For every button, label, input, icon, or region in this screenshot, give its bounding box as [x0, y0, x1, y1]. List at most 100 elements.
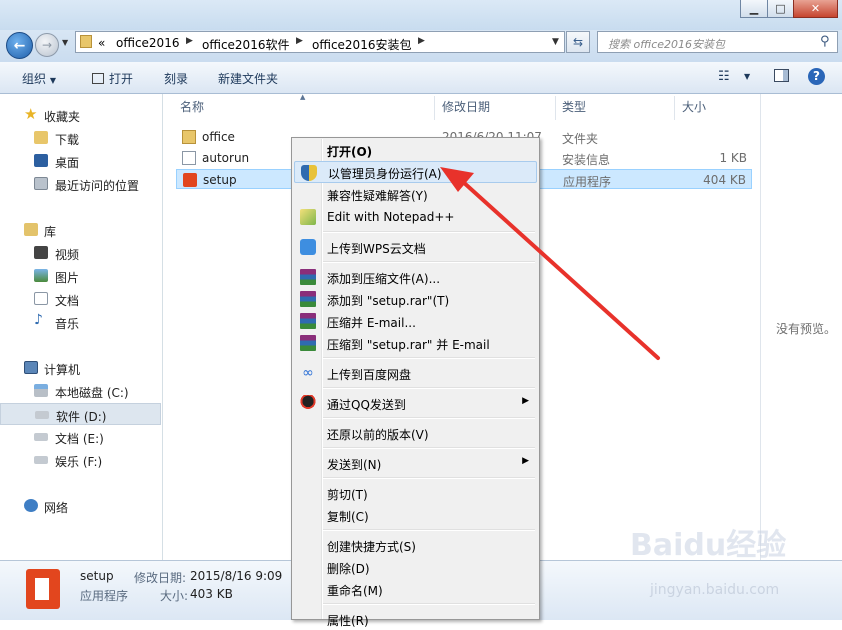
- menu-item-send-to[interactable]: 发送到(N) ▶: [294, 452, 537, 474]
- refresh-button[interactable]: ⇆: [566, 31, 590, 53]
- picture-icon: [34, 269, 48, 282]
- chevron-right-icon[interactable]: ▶: [296, 36, 303, 46]
- music-icon: ♪: [34, 312, 43, 328]
- menu-separator: [323, 603, 535, 605]
- menu-item-add-archive[interactable]: 添加到压缩文件(A)...: [294, 266, 537, 288]
- address-bar[interactable]: « office2016 ▶ office2016软件 ▶ office2016…: [75, 31, 565, 53]
- menu-item-label: 剪切(T): [327, 488, 368, 502]
- menu-item-create-shortcut[interactable]: 创建快捷方式(S): [294, 534, 537, 556]
- sidebar-item-drive-c[interactable]: 本地磁盘 (C:): [0, 380, 161, 402]
- file-type: 应用程序: [563, 175, 612, 189]
- sidebar-item-label: 桌面: [55, 156, 80, 170]
- forward-button[interactable]: →: [35, 33, 59, 57]
- breadcrumb-office2016-software[interactable]: office2016软件: [202, 36, 289, 53]
- recent-pages-dropdown-icon[interactable]: ▼: [62, 38, 68, 47]
- menu-separator: [323, 357, 535, 359]
- star-icon: ★: [24, 105, 38, 123]
- column-divider[interactable]: [434, 96, 435, 120]
- chevron-right-icon: ▶: [522, 396, 529, 406]
- file-size: 404 KB: [703, 173, 746, 187]
- search-box[interactable]: 搜索 office2016安装包 ⚲: [597, 31, 838, 53]
- menu-item-run-as-admin[interactable]: 以管理员身份运行(A): [294, 161, 537, 183]
- menu-item-restore-versions[interactable]: 还原以前的版本(V): [294, 422, 537, 444]
- maximize-icon: □: [775, 2, 786, 15]
- sidebar-item-label: 音乐: [55, 317, 80, 331]
- sidebar-item-recent-places[interactable]: 最近访问的位置: [0, 173, 161, 195]
- menu-item-label: 兼容性疑难解答(Y): [327, 189, 428, 203]
- new-folder-button[interactable]: 新建文件夹: [218, 70, 278, 87]
- back-button[interactable]: ←: [6, 32, 33, 59]
- organize-button[interactable]: 组织 ▼: [22, 70, 56, 87]
- menu-item-copy[interactable]: 复制(C): [294, 504, 537, 526]
- column-header-date[interactable]: 修改日期: [442, 98, 490, 115]
- drive-icon: [34, 456, 48, 464]
- office-logo-icon: [183, 173, 197, 187]
- breadcrumb-office2016-installer[interactable]: office2016安装包: [312, 36, 411, 53]
- menu-item-upload-baidu[interactable]: ∞ 上传到百度网盘: [294, 362, 537, 384]
- close-icon: ✕: [810, 2, 821, 15]
- chevron-right-icon[interactable]: ▶: [186, 36, 193, 46]
- preview-pane-divider[interactable]: [760, 94, 761, 560]
- column-header-type[interactable]: 类型: [562, 98, 586, 115]
- menu-item-compress-setup-email[interactable]: 压缩到 "setup.rar" 并 E-mail: [294, 332, 537, 354]
- sidebar-item-drive-e[interactable]: 文档 (E:): [0, 426, 161, 448]
- qq-penguin-icon: [300, 395, 316, 411]
- column-header-name[interactable]: 名称: [180, 98, 204, 115]
- context-menu: 打开(O) 以管理员身份运行(A) 兼容性疑难解答(Y) Edit with N…: [291, 137, 540, 628]
- sidebar-item-pictures[interactable]: 图片: [0, 265, 161, 287]
- menu-item-label: Edit with Notepad++: [327, 210, 455, 224]
- search-input[interactable]: 搜索 office2016安装包: [608, 36, 725, 52]
- help-icon[interactable]: ?: [808, 68, 825, 85]
- menu-item-open[interactable]: 打开(O): [294, 139, 537, 161]
- minimize-icon: ▁: [749, 2, 759, 15]
- sidebar-item-libraries[interactable]: 库: [0, 219, 161, 241]
- sidebar-item-drive-f[interactable]: 娱乐 (F:): [0, 449, 161, 471]
- sidebar-item-network[interactable]: 网络: [0, 495, 161, 517]
- menu-item-edit-notepad[interactable]: Edit with Notepad++: [294, 206, 537, 228]
- sidebar-item-downloads[interactable]: 下载: [0, 127, 161, 149]
- chevron-right-icon[interactable]: ▶: [418, 36, 425, 46]
- burn-button[interactable]: 刻录: [164, 70, 188, 87]
- menu-item-troubleshoot[interactable]: 兼容性疑难解答(Y): [294, 183, 537, 205]
- menu-item-cut[interactable]: 剪切(T): [294, 482, 537, 504]
- maximize-button[interactable]: □: [767, 0, 794, 18]
- computer-icon: [24, 361, 38, 374]
- minimize-button[interactable]: ▁: [740, 0, 768, 18]
- menu-item-label: 删除(D): [327, 562, 370, 576]
- open-button[interactable]: 打开: [92, 70, 133, 87]
- column-header-size[interactable]: 大小: [682, 98, 706, 115]
- sidebar-item-music[interactable]: ♪ 音乐: [0, 311, 161, 333]
- breadcrumb-office2016[interactable]: office2016: [116, 36, 179, 50]
- sidebar-item-videos[interactable]: 视频: [0, 242, 161, 264]
- sidebar-item-desktop[interactable]: 桌面: [0, 150, 161, 172]
- search-icon[interactable]: ⚲: [820, 34, 830, 49]
- recent-places-icon: [34, 177, 48, 190]
- breadcrumb-overflow[interactable]: «: [98, 36, 105, 50]
- view-options-icon[interactable]: ☷: [718, 69, 730, 84]
- column-divider[interactable]: [674, 96, 675, 120]
- close-button[interactable]: ✕: [793, 0, 838, 18]
- chevron-down-icon[interactable]: ▼: [744, 72, 750, 81]
- drive-icon: [35, 411, 49, 419]
- preview-pane-button[interactable]: [774, 69, 789, 82]
- sidebar-item-label: 收藏夹: [44, 110, 81, 124]
- sidebar-item-label: 视频: [55, 248, 80, 262]
- menu-item-compress-email[interactable]: 压缩并 E-mail...: [294, 310, 537, 332]
- watermark-logo: Baidu经验: [630, 528, 787, 563]
- column-divider[interactable]: [555, 96, 556, 120]
- chevron-down-icon[interactable]: ▼: [552, 37, 559, 47]
- menu-item-add-setup-rar[interactable]: 添加到 "setup.rar"(T): [294, 288, 537, 310]
- menu-item-upload-wps[interactable]: 上传到WPS云文档: [294, 236, 537, 258]
- menu-item-delete[interactable]: 删除(D): [294, 556, 537, 578]
- menu-separator: [323, 417, 535, 419]
- drive-icon: [34, 433, 48, 441]
- menu-item-send-qq[interactable]: 通过QQ发送到 ▶: [294, 392, 537, 414]
- sidebar-item-computer[interactable]: 计算机: [0, 357, 161, 379]
- sidebar-item-documents[interactable]: 文档: [0, 288, 161, 310]
- sidebar-item-drive-d[interactable]: 软件 (D:): [0, 403, 161, 425]
- sidebar-item-favorites[interactable]: ★ 收藏夹: [0, 104, 161, 126]
- no-preview-text: 没有预览。: [776, 322, 837, 336]
- sort-arrow-icon: ▲: [300, 93, 306, 101]
- menu-item-rename[interactable]: 重命名(M): [294, 578, 537, 600]
- menu-item-properties[interactable]: 属性(R): [294, 608, 537, 630]
